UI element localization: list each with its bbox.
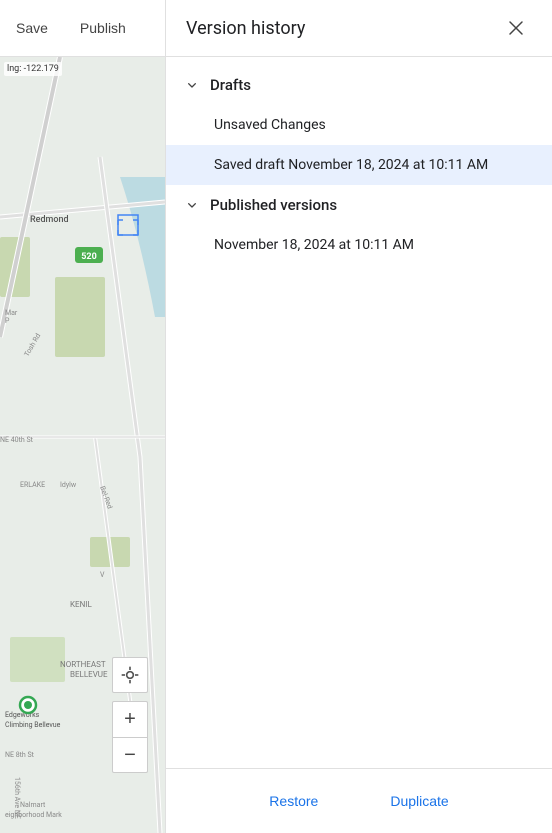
location-icon	[120, 665, 140, 685]
zoom-in-button[interactable]: +	[112, 701, 148, 737]
panel-content: Drafts Unsaved Changes Saved draft Novem…	[166, 57, 552, 768]
svg-text:156th Ave NE: 156th Ave NE	[13, 777, 21, 819]
location-button[interactable]	[112, 657, 148, 693]
zoom-controls: + −	[112, 701, 148, 773]
panel-title: Version history	[186, 18, 305, 39]
svg-text:BELLEVUE: BELLEVUE	[70, 670, 108, 679]
drafts-items: Unsaved Changes Saved draft November 18,…	[166, 105, 552, 185]
map-area: Save Publish	[0, 0, 165, 833]
panel-header: Version history	[166, 0, 552, 57]
published-section-header[interactable]: Published versions	[166, 185, 552, 225]
published-items: November 18, 2024 at 10:11 AM	[166, 225, 552, 265]
published-version-item[interactable]: November 18, 2024 at 10:11 AM	[166, 225, 552, 265]
svg-text:Mar: Mar	[5, 309, 18, 317]
zoom-out-button[interactable]: −	[112, 737, 148, 773]
panel-footer: Restore Duplicate	[166, 768, 552, 833]
svg-text:Redmond: Redmond	[30, 215, 69, 225]
drafts-section-header[interactable]: Drafts	[166, 65, 552, 105]
svg-text:Climbing Bellevue: Climbing Bellevue	[5, 721, 61, 729]
drafts-chevron-icon	[182, 75, 202, 95]
svg-text:Idylw: Idylw	[60, 481, 77, 489]
svg-text:Nalmart: Nalmart	[20, 801, 46, 809]
svg-text:520: 520	[81, 252, 97, 262]
svg-text:NE 40th St: NE 40th St	[0, 436, 34, 444]
saved-draft-item[interactable]: Saved draft November 18, 2024 at 10:11 A…	[166, 145, 552, 185]
version-history-panel: Version history Drafts Unsaved Changes S…	[165, 0, 552, 833]
svg-text:V: V	[100, 571, 105, 579]
unsaved-changes-item[interactable]: Unsaved Changes	[166, 105, 552, 145]
close-button[interactable]	[500, 12, 532, 44]
restore-button[interactable]: Restore	[253, 785, 334, 817]
published-chevron-icon	[182, 195, 202, 215]
published-section-label: Published versions	[210, 196, 337, 214]
svg-text:P: P	[5, 317, 10, 325]
save-button[interactable]: Save	[8, 16, 56, 40]
map-coordinates: lng: -122.179	[4, 62, 62, 76]
duplicate-button[interactable]: Duplicate	[374, 785, 464, 817]
map-toolbar: Save Publish	[0, 0, 165, 57]
close-icon	[507, 19, 525, 37]
svg-text:ERLAKE: ERLAKE	[20, 481, 45, 489]
svg-text:KENIL: KENIL	[70, 600, 92, 609]
publish-button[interactable]: Publish	[72, 16, 134, 40]
svg-text:NORTHEAST: NORTHEAST	[60, 660, 106, 669]
drafts-section-label: Drafts	[210, 76, 251, 94]
svg-text:NE 8th St: NE 8th St	[5, 751, 35, 759]
